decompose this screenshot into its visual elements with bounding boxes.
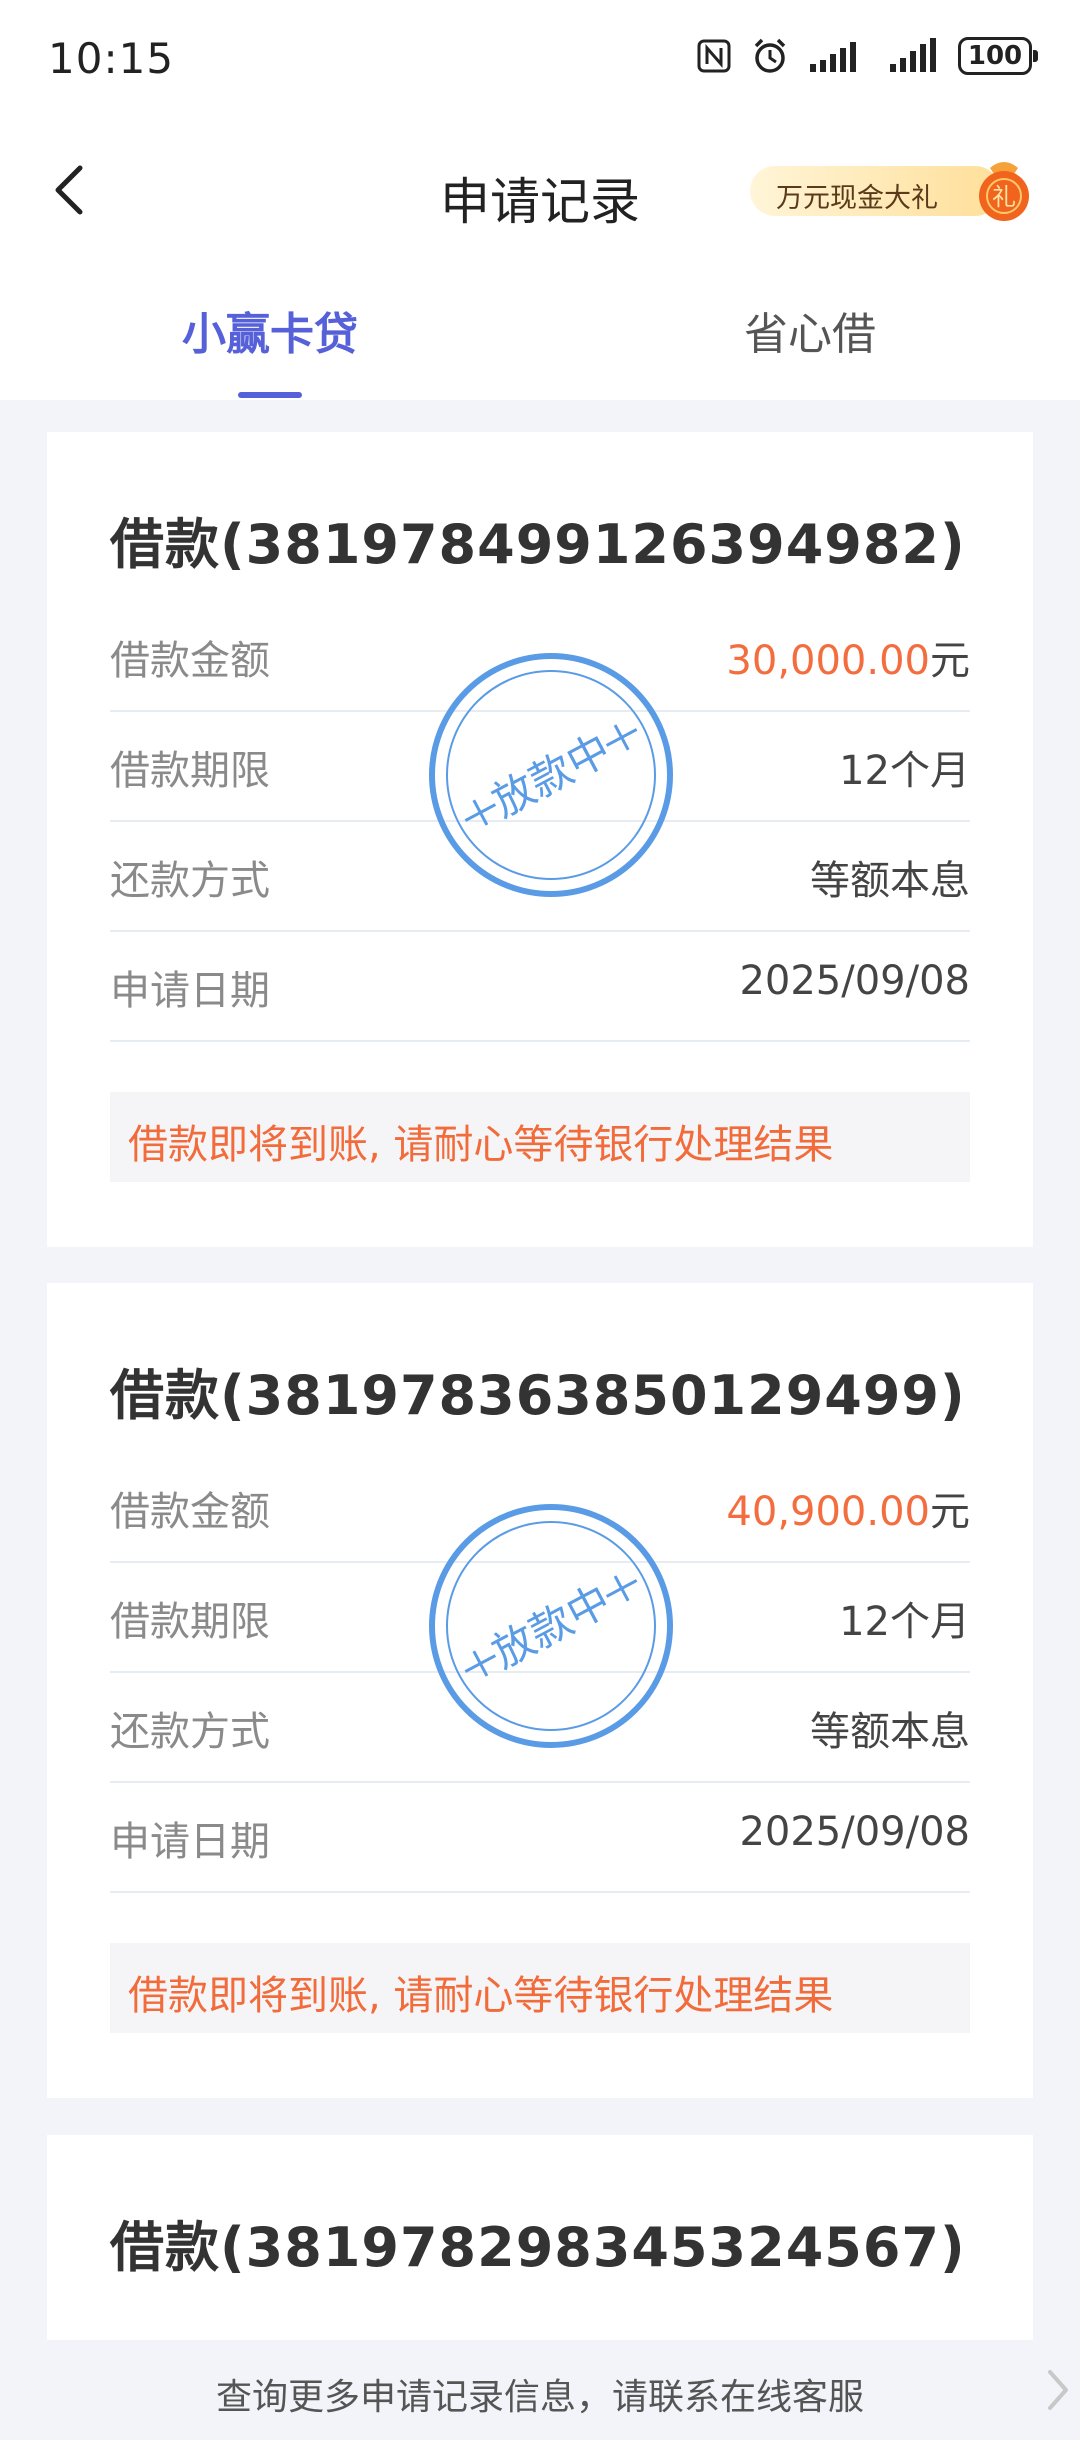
footer-bar[interactable]: 查询更多申请记录信息，请联系在线客服 [0, 2340, 1080, 2440]
record-title: 借款(381978298345324567) [110, 2216, 966, 2279]
row-label: 借款金额 [110, 638, 270, 684]
record-title: 借款(381978363850129499) [110, 1364, 966, 1427]
header: 申请记录 万元现金大礼 礼 [0, 120, 1080, 260]
promo-badge-text: 礼 [992, 183, 1016, 211]
row-label: 还款方式 [110, 1709, 270, 1755]
record-card[interactable]: 借款(381978298345324567) [47, 2135, 1033, 2340]
row-value: 30,000.00元 [726, 628, 970, 686]
stamp-text: 放款中 [484, 724, 618, 826]
row-label: 借款期限 [110, 1599, 270, 1645]
row-label: 申请日期 [110, 968, 270, 1014]
tab-shengxin-loan[interactable]: 省心借 [660, 298, 960, 362]
row-label: 还款方式 [110, 858, 270, 904]
row-value: 12个月 [839, 748, 970, 794]
row-value: 等额本息 [810, 858, 970, 904]
promo-label: 万元现金大礼 [776, 183, 938, 214]
notice-text: 借款即将到账, 请耐心等待银行处理结果 [128, 1122, 834, 1168]
row-label: 申请日期 [110, 1819, 270, 1865]
contact-service-link[interactable]: 查询更多申请记录信息，请联系在线客服 [0, 2368, 1080, 2420]
row-value: 40,900.00元 [726, 1479, 970, 1537]
status-icons: 100 [696, 36, 1038, 76]
record-card[interactable]: 借款(381978363850129499) 借款金额 40,900.00元 借… [47, 1283, 1033, 2098]
detail-row-date: 申请日期 2025/09/08 [110, 1783, 970, 1893]
currency-unit: 元 [930, 638, 970, 684]
signal-icon [808, 38, 870, 74]
disbursing-stamp-icon: 放款中 [429, 1504, 673, 1748]
row-label: 借款金额 [110, 1489, 270, 1535]
row-value: 2025/09/08 [739, 1809, 970, 1855]
nfc-icon [696, 38, 732, 74]
red-envelope-icon: 礼 [968, 152, 1040, 224]
loan-amount: 40,900.00 [726, 1489, 930, 1535]
status-notice: 借款即将到账, 请耐心等待银行处理结果 [110, 1943, 970, 2033]
row-value: 12个月 [839, 1599, 970, 1645]
signal-icon [888, 38, 940, 74]
record-card[interactable]: 借款(381978499126394982) 借款金额 30,000.00元 借… [47, 432, 1033, 1247]
row-label: 借款期限 [110, 748, 270, 794]
stamp-text: 放款中 [484, 1575, 618, 1677]
status-notice: 借款即将到账, 请耐心等待银行处理结果 [110, 1092, 970, 1182]
status-bar: 10:15 100 [0, 0, 1080, 120]
alarm-icon [750, 36, 790, 76]
promo-banner[interactable]: 万元现金大礼 礼 [750, 152, 1040, 224]
battery-icon: 100 [958, 37, 1038, 75]
notice-text: 借款即将到账, 请耐心等待银行处理结果 [128, 1973, 834, 2019]
tab-active-indicator [238, 392, 302, 398]
detail-row-date: 申请日期 2025/09/08 [110, 932, 970, 1042]
loan-amount: 30,000.00 [726, 638, 930, 684]
status-time: 10:15 [48, 34, 175, 83]
record-title: 借款(381978499126394982) [110, 513, 966, 576]
currency-unit: 元 [930, 1489, 970, 1535]
tab-xiaoying-card-loan[interactable]: 小赢卡贷 [120, 298, 420, 362]
row-value: 等额本息 [810, 1709, 970, 1755]
disbursing-stamp-icon: 放款中 [429, 653, 673, 897]
chevron-right-icon [1048, 2370, 1068, 2410]
tab-bar: 小赢卡贷 省心借 [0, 260, 1080, 400]
row-value: 2025/09/08 [739, 958, 970, 1004]
